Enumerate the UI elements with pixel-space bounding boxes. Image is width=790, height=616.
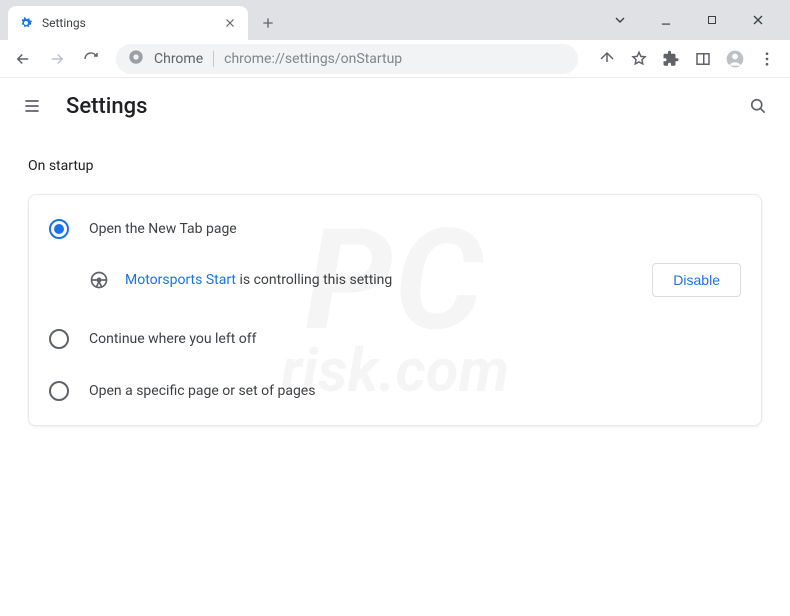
divider (213, 51, 214, 67)
profile-avatar-icon[interactable] (720, 44, 750, 74)
reload-icon[interactable] (76, 44, 106, 74)
radio-label: Open the New Tab page (89, 221, 237, 237)
bookmark-star-icon[interactable] (624, 44, 654, 74)
hamburger-menu-icon[interactable] (20, 94, 44, 118)
tab-strip: Settings (0, 0, 790, 40)
menu-dots-icon[interactable] (752, 44, 782, 74)
settings-content: On startup Open the New Tab page Motorsp… (0, 134, 790, 450)
browser-toolbar: Chrome chrome://settings/onStartup (0, 40, 790, 78)
tab-title: Settings (42, 16, 214, 30)
settings-gear-icon (18, 15, 34, 31)
settings-header: Settings (0, 78, 790, 134)
extension-controlled-notice: Motorsports Start is controlling this se… (29, 255, 761, 313)
radio-open-new-tab[interactable]: Open the New Tab page (29, 203, 761, 255)
radio-label: Open a specific page or set of pages (89, 383, 315, 399)
radio-label: Continue where you left off (89, 331, 257, 347)
window-controls (608, 0, 790, 40)
address-bar[interactable]: Chrome chrome://settings/onStartup (116, 44, 578, 74)
radio-unselected-icon (49, 329, 69, 349)
radio-continue[interactable]: Continue where you left off (29, 313, 761, 365)
extensions-puzzle-icon[interactable] (656, 44, 686, 74)
steering-wheel-icon (89, 270, 109, 290)
radio-selected-icon (49, 219, 69, 239)
radio-specific-pages[interactable]: Open a specific page or set of pages (29, 365, 761, 417)
controlled-suffix: is controlling this setting (236, 272, 392, 288)
chevron-down-icon[interactable] (608, 8, 632, 32)
radio-unselected-icon (49, 381, 69, 401)
side-panel-icon[interactable] (688, 44, 718, 74)
extension-link[interactable]: Motorsports Start (125, 272, 236, 288)
disable-button[interactable]: Disable (652, 263, 741, 297)
forward-icon (42, 44, 72, 74)
search-icon[interactable] (746, 94, 770, 118)
startup-card: Open the New Tab page Motorsports Start … (28, 194, 762, 426)
omnibox-prefix: Chrome (154, 51, 203, 67)
chrome-logo-icon (128, 49, 144, 69)
controlled-text: Motorsports Start is controlling this se… (125, 272, 636, 288)
window-close-icon[interactable] (746, 8, 770, 32)
minimize-icon[interactable] (654, 8, 678, 32)
browser-tab[interactable]: Settings (8, 6, 248, 40)
share-icon[interactable] (592, 44, 622, 74)
maximize-icon[interactable] (700, 8, 724, 32)
new-tab-button[interactable] (254, 9, 282, 37)
section-title: On startup (28, 158, 762, 174)
back-icon[interactable] (8, 44, 38, 74)
omnibox-url: chrome://settings/onStartup (224, 51, 402, 67)
page-title: Settings (66, 94, 724, 119)
close-icon[interactable] (222, 15, 238, 31)
